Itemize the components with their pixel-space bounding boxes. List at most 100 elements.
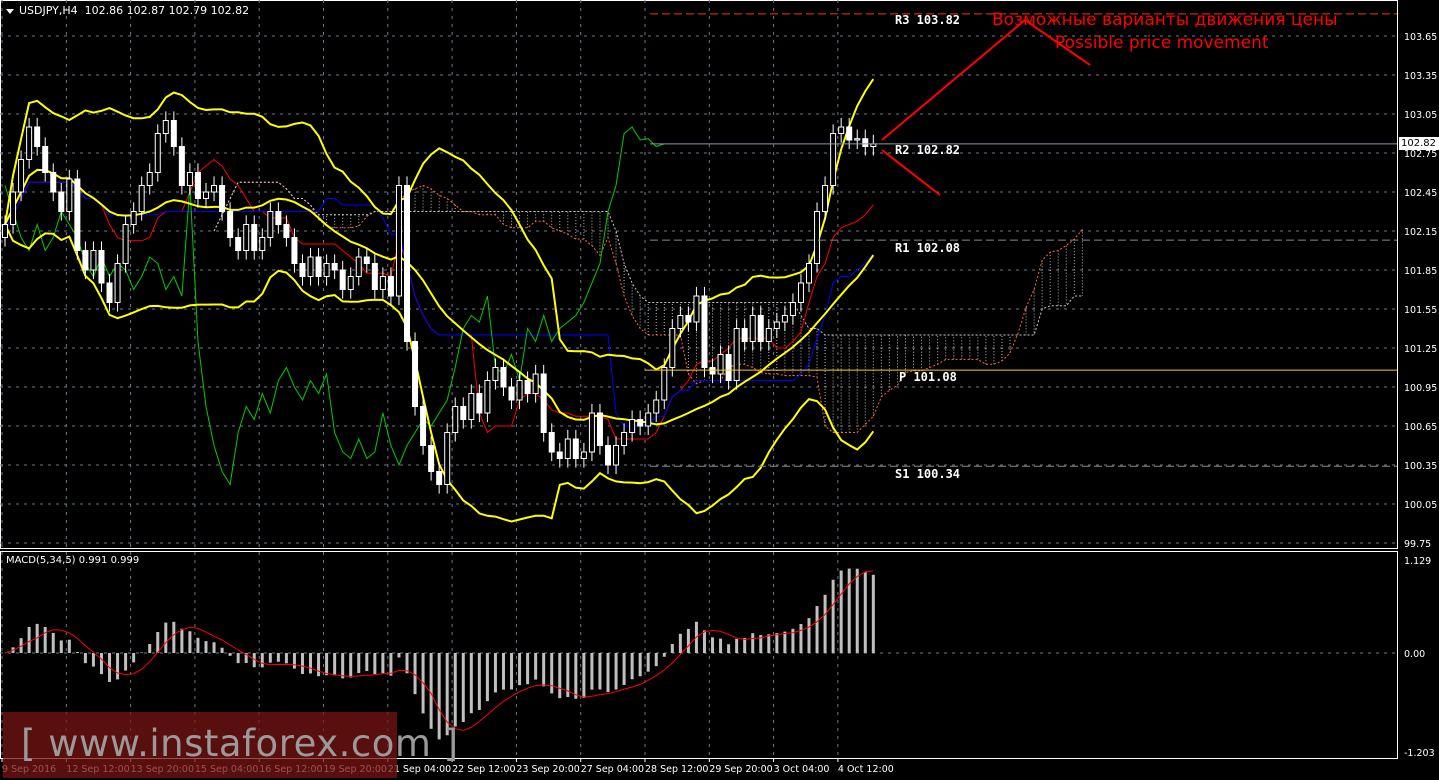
candle (653, 390, 660, 423)
candle-body (259, 237, 266, 251)
macd-bar (558, 653, 562, 699)
level-label-r3: R3 103.82 (895, 13, 961, 27)
candle-body (347, 276, 354, 290)
candle (564, 429, 571, 468)
candle-body (2, 224, 8, 238)
annotation-russian: Возможные варианты движения цены (992, 10, 1338, 30)
candle-body (693, 295, 700, 323)
candle (548, 423, 555, 462)
y-tick-label: 102.15 (1404, 227, 1437, 238)
candle-body (524, 380, 531, 394)
candle-body (170, 120, 177, 147)
annotation-english: Possible price movement (1055, 33, 1269, 53)
candle-body (508, 386, 515, 401)
candle-body (315, 256, 322, 277)
macd-bar (831, 579, 835, 653)
candle-body (645, 412, 652, 427)
macd-bar (743, 637, 747, 653)
macd-bar (815, 606, 819, 653)
y-tick-label: 101.85 (1404, 266, 1437, 277)
candle (275, 202, 282, 234)
candle (669, 319, 676, 377)
macd-bar (132, 653, 136, 663)
candle-body (781, 315, 788, 323)
y-tick-label: 100.65 (1404, 422, 1437, 433)
macd-bar (622, 653, 626, 685)
macd-bar (638, 653, 642, 677)
macd-bar (317, 653, 321, 677)
candle (387, 267, 394, 306)
candle-body (500, 367, 507, 388)
level-label-r1: R1 102.08 (895, 241, 961, 255)
candle-body (741, 328, 748, 342)
candle-body (243, 224, 250, 251)
macd-bar (309, 653, 313, 674)
x-tick-label: 3 Oct 04:00 (774, 764, 830, 775)
candle (347, 267, 354, 299)
candle (315, 247, 322, 286)
candle-body (10, 191, 17, 225)
candle-body (122, 224, 129, 264)
macd-bar (847, 568, 851, 653)
level-label-r2: R2 102.82 (895, 143, 961, 157)
macd-tick-label: -1.203 (1404, 748, 1435, 759)
macd-bar (236, 653, 240, 664)
candle-body (725, 354, 732, 381)
candle-body (355, 256, 362, 277)
price-chart[interactable]: 103.65 103.35 103.05 102.75 102.45 102.15 101.… (0, 0, 1439, 780)
chikou-span (4, 126, 665, 486)
macd-bar (397, 653, 401, 658)
candle (219, 176, 226, 221)
macd-bar (124, 653, 128, 671)
candle (749, 306, 756, 351)
macd-bar (116, 653, 120, 680)
candle-body (299, 263, 306, 277)
candle (709, 358, 716, 384)
macd-tick-label: 1.129 (1404, 556, 1431, 567)
watermark-text: [ www.instaforex.com ] (21, 722, 459, 765)
candle (74, 169, 81, 260)
candle (203, 182, 209, 208)
macd-bar (711, 637, 715, 653)
x-tick-label: 21 Sep 04:00 (388, 764, 451, 775)
candle (701, 286, 708, 377)
macd-bar (300, 653, 304, 674)
candle (299, 254, 306, 286)
macd-bar (719, 638, 723, 653)
candle-body (404, 185, 410, 342)
candle (211, 176, 218, 202)
candle-body (765, 328, 772, 342)
macd-bar (204, 641, 208, 653)
macd-bar (196, 637, 200, 653)
candle (532, 364, 539, 403)
candle (243, 215, 250, 260)
macd-bar (59, 640, 63, 653)
candle (870, 134, 877, 156)
dropdown-triangle-icon[interactable] (6, 8, 14, 14)
candle-body (387, 276, 394, 297)
candle-body (138, 185, 145, 212)
macd-bar (365, 653, 369, 672)
candle-body (339, 269, 346, 290)
symbol-label: USDJPY,H4 (19, 4, 78, 17)
candle (106, 273, 113, 312)
candle-body (203, 191, 209, 199)
candle-body (709, 367, 716, 375)
macd-bar (646, 653, 650, 672)
candle-body (677, 315, 684, 329)
chart-title: USDJPY,H4 102.86 102.87 102.79 102.82 (6, 4, 249, 17)
candle-body (484, 380, 491, 414)
candle (283, 215, 290, 247)
macd-bar (510, 653, 514, 690)
macd-bar (518, 653, 522, 686)
candle-body (90, 250, 97, 271)
candle (733, 319, 740, 390)
candle-body (773, 321, 780, 329)
candle-body (395, 185, 402, 297)
candle (291, 228, 298, 273)
candle-body (18, 159, 25, 193)
x-tick-label: 23 Sep 20:00 (516, 764, 579, 775)
macd-bar (27, 626, 31, 653)
candle-body (653, 399, 660, 414)
candle-body (58, 191, 65, 212)
